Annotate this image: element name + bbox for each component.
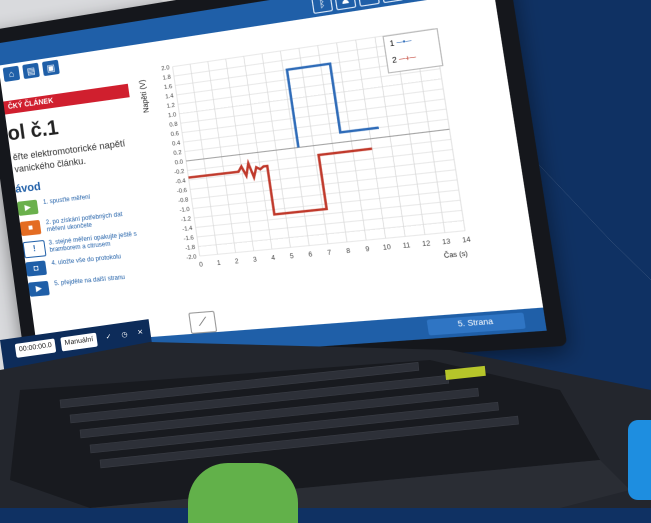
x-tick-label: 13 [442,239,452,247]
camera-icon[interactable]: ◘ [25,260,48,277]
share-icon[interactable]: < [357,0,380,7]
steps-heading: ávod [14,180,42,196]
next-icon[interactable]: ▶ [28,280,50,297]
chart-legend[interactable]: 1 ─•─ 2 ─+─ [382,28,444,74]
x-tick-label: 10 [383,244,393,252]
y-tick-label: 2.0 [161,65,170,73]
y-tick-label: -1.4 [182,226,193,233]
x-tick-label: 3 [253,257,258,264]
exclamation-icon: ! [22,239,47,259]
x-tick-label: 12 [422,241,431,249]
home-icon[interactable]: ⌂ [2,65,21,83]
y-tick-label: 1.6 [164,84,173,91]
y-tick-label: 0.2 [173,150,182,157]
document-plus-icon[interactable]: ▣ [41,59,60,77]
y-tick-label: -0.4 [175,178,186,186]
y-tick-label: 1.4 [165,93,174,100]
grid-line-y [179,79,441,114]
y-tick-label: 0.4 [172,140,181,147]
y-tick-label: -0.2 [174,169,185,177]
x-tick-label: 9 [365,247,370,254]
users-icon[interactable]: ♟ [334,0,357,11]
green-accent-shape [188,463,298,523]
x-tick-label: 14 [462,237,472,245]
y-tick-label: 0.0 [174,159,183,166]
page-title: ol č.1 [6,116,60,146]
play-icon[interactable]: ▶ [17,199,39,216]
y-tick-label: -0.6 [177,188,188,196]
x-tick-label: 7 [327,250,332,257]
window-icon[interactable]: ▢ [381,0,404,4]
x-tick-label: 4 [271,255,277,262]
y-tick-label: -2.0 [186,254,197,261]
x-tick-label: 1 [217,260,222,267]
x-tick-label: 8 [346,248,352,255]
y-tick-label: -1.0 [179,207,190,215]
x-tick-label: 2 [235,259,240,266]
grid-line-y [197,210,462,237]
grid-line-y [181,89,444,123]
y-tick-label: -1.8 [185,245,196,252]
y-tick-label: 1.2 [166,103,175,110]
grid-line-y [185,119,448,151]
step-label: 1. spusťte měření [42,194,91,207]
y-tick-label: -1.2 [181,216,192,223]
y-tick-label: 1.8 [162,74,171,82]
blue-accent-shape [628,420,651,500]
y-tick-label: 1.0 [168,112,177,119]
x-tick-label: 6 [308,252,314,259]
grid-line-y [182,99,445,133]
y-tick-label: 0.6 [170,131,179,138]
step-label: 5. přejděte na další stranu [53,274,126,288]
bluetooth-icon[interactable]: ᛒ [311,0,334,15]
x-tick-label: 5 [289,254,295,261]
x-axis-label: Čas (s) [443,250,468,260]
x-tick-label: 0 [199,262,204,269]
y-tick-label: -1.6 [183,235,194,242]
y-tick-label: 0.8 [169,121,178,128]
voltage-chart[interactable]: 0 1 2 3 4 5 6 7 8 9 10 11 12 13 142.01.81.61.41.21.00.… [131,14,497,304]
grid-line-y [183,109,446,142]
y-tick-label: -0.8 [178,197,189,205]
grid-line-y [178,69,440,105]
laptop-keyboard [0,342,651,508]
section-band: ČKÝ ČLÁNEK [3,83,130,115]
x-tick-label: 11 [402,243,410,250]
document-icon[interactable]: ▤ [22,62,40,80]
y-axis-label: Napětí (V) [139,79,151,113]
laptop-screen: ᛒ ♟ < ▢ ◘ ? ⌂ ▤ ▣ ČKÝ ČLÁNEK ol č.1 ěřte… [0,0,568,382]
stop-icon[interactable]: ■ [19,219,42,237]
